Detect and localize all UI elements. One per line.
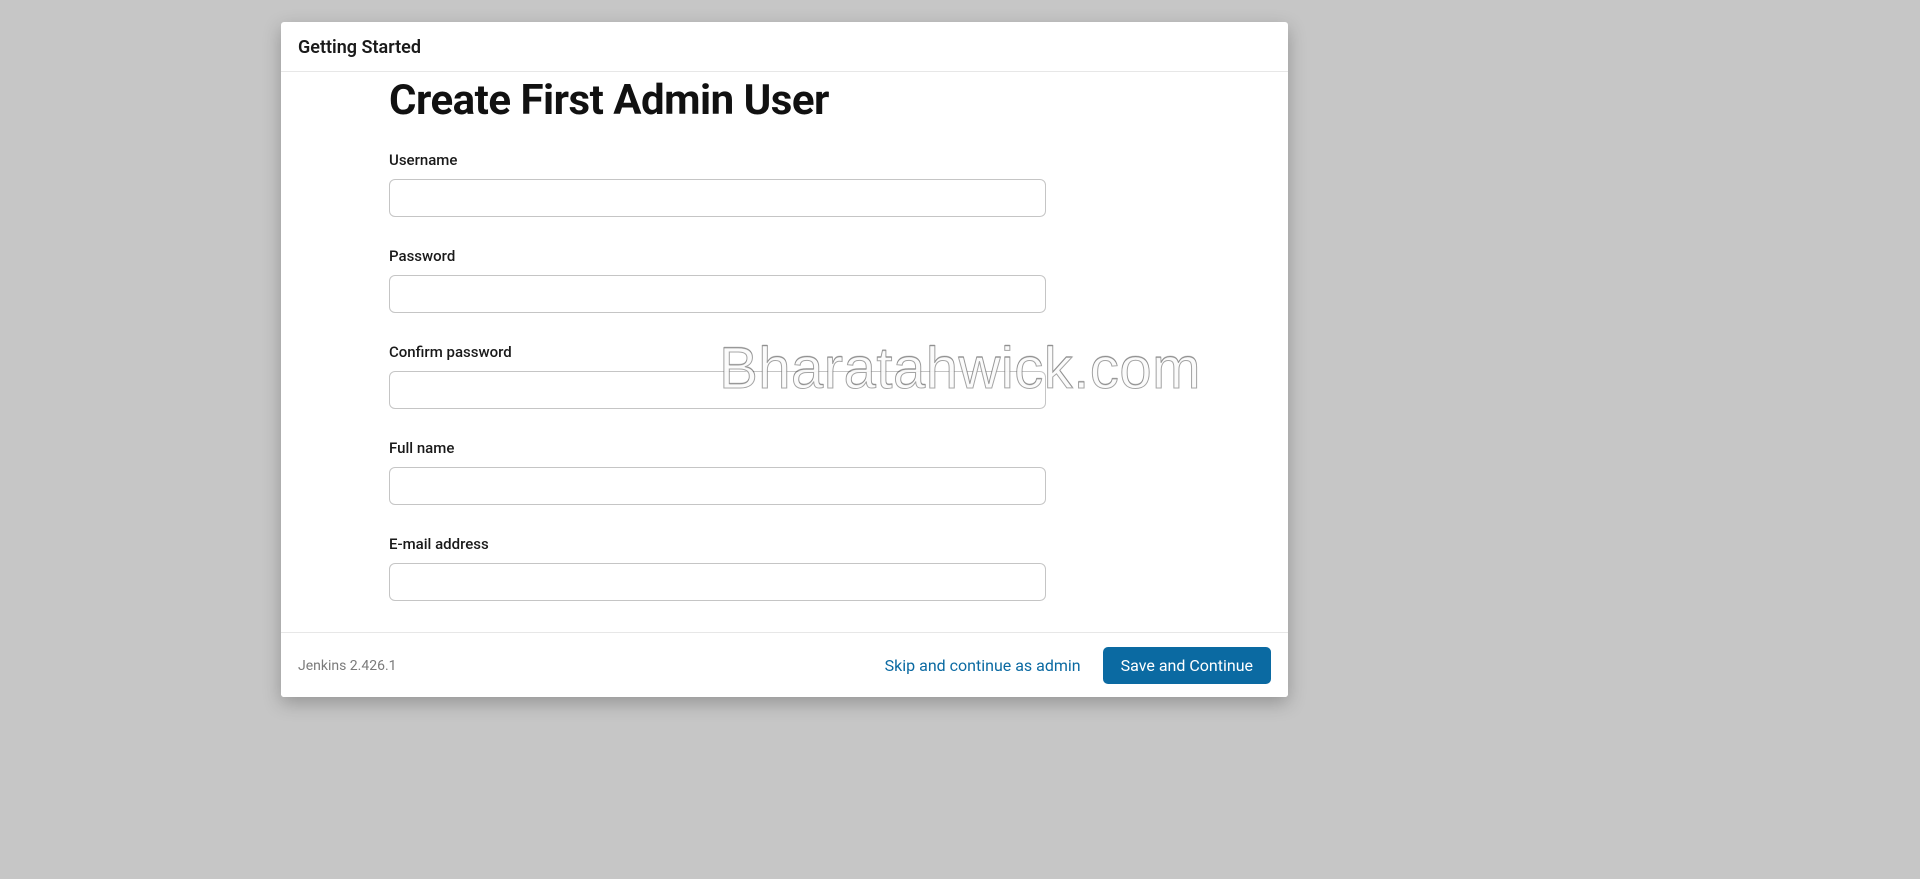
field-group-confirm-password: Confirm password <box>389 343 1046 409</box>
field-group-username: Username <box>389 151 1046 217</box>
email-input[interactable] <box>389 563 1046 601</box>
password-input[interactable] <box>389 275 1046 313</box>
save-and-continue-button[interactable]: Save and Continue <box>1103 647 1271 684</box>
page-title: Create First Admin User <box>389 76 1180 125</box>
fullname-label: Full name <box>389 439 1046 457</box>
username-input[interactable] <box>389 179 1046 217</box>
skip-and-continue-button[interactable]: Skip and continue as admin <box>885 656 1081 675</box>
modal-header-title: Getting Started <box>298 37 1271 58</box>
fullname-input[interactable] <box>389 467 1046 505</box>
modal-header: Getting Started <box>281 22 1288 72</box>
scroll-spacer <box>389 631 1180 632</box>
field-group-password: Password <box>389 247 1046 313</box>
username-label: Username <box>389 151 1046 169</box>
modal-body-wrapper: Create First Admin User Username Passwor… <box>281 72 1288 632</box>
setup-wizard-modal: Getting Started Create First Admin User … <box>281 22 1288 697</box>
field-group-fullname: Full name <box>389 439 1046 505</box>
confirm-password-input[interactable] <box>389 371 1046 409</box>
password-label: Password <box>389 247 1046 265</box>
confirm-password-label: Confirm password <box>389 343 1046 361</box>
version-text: Jenkins 2.426.1 <box>298 658 397 674</box>
modal-footer: Jenkins 2.426.1 Skip and continue as adm… <box>281 632 1288 697</box>
field-group-email: E-mail address <box>389 535 1046 601</box>
email-label: E-mail address <box>389 535 1046 553</box>
modal-body[interactable]: Create First Admin User Username Passwor… <box>281 72 1288 632</box>
